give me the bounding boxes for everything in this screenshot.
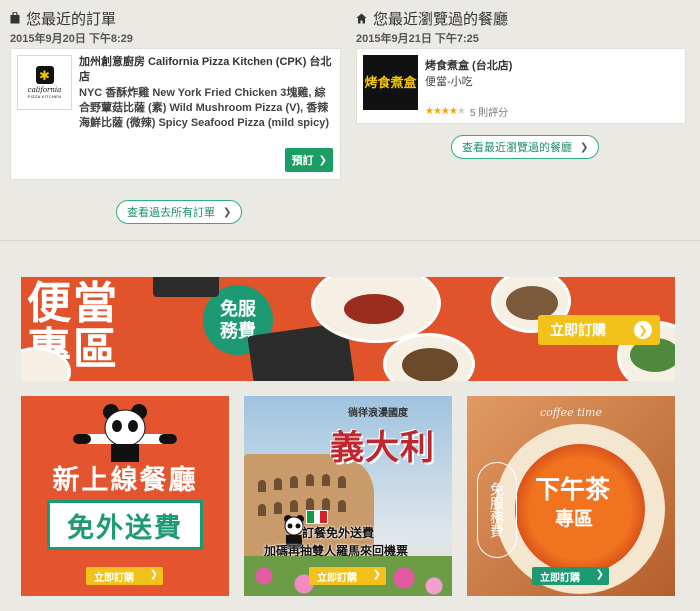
italy-promo-line1: 訂餐免外送費 (302, 526, 375, 540)
restaurant-category: 便當-小吃 (425, 76, 473, 88)
recent-orders-heading: 您最近的訂單 (10, 8, 341, 28)
recent-orders-title: 您最近的訂單 (26, 10, 117, 28)
italy-order-button[interactable]: 立即訂購 ❯ (309, 567, 386, 585)
chevron-right-icon: ❯ (580, 141, 589, 153)
afternoon-tea-order-button[interactable]: 立即訂購 ❯ (532, 567, 609, 585)
new-restaurants-order-button[interactable]: 立即訂購 ❯ (86, 567, 163, 585)
new-restaurants-title: 新上線餐廳 (52, 465, 198, 495)
stamp-text: 免服務費 (489, 482, 505, 538)
cpk-logo: ✱ california PIZZA KITCHEN (17, 55, 72, 110)
bento-banner[interactable]: 便當 專區 免服 務費 立即訂購 ❯ (21, 277, 675, 381)
home-icon (356, 13, 367, 23)
review-count: 5 則評分 (469, 108, 509, 119)
free-delivery-box: 免外送費 (47, 500, 203, 550)
banner-order-label: 立即訂購 (550, 322, 606, 338)
palm-icon: ✱ (35, 66, 54, 84)
shopping-bag-icon (10, 12, 20, 24)
reorder-button[interactable]: 預訂 ❯ (284, 148, 333, 172)
restaurant-name[interactable]: 烤食煮盒 (台北店) (425, 57, 512, 73)
afternoon-tea-subtitle: 專區 (555, 509, 594, 530)
recent-orders-section: 您最近的訂單 2015年9月20日 下午8:29 ✱ california PI… (10, 8, 341, 180)
bento-tray-image (153, 277, 219, 297)
free-service-stamp: 免服務費 (477, 462, 517, 558)
reorder-label: 預訂 (291, 155, 314, 167)
recent-viewed-title: 您最近瀏覽過的餐廳 (373, 10, 509, 28)
section-divider (0, 240, 700, 241)
chevron-right-icon: ❯ (634, 321, 652, 339)
star-rating-icon: ★★★★★ (425, 106, 466, 117)
view-all-orders-label: 查看過去所有訂單 (127, 207, 215, 219)
order-card: ✱ california PIZZA KITCHEN 加州創意廚房 Califo… (10, 48, 341, 180)
tile-order-label: 立即訂購 (317, 572, 357, 584)
italy-title: 義大利 (330, 429, 435, 467)
viewed-date: 2015年9月21日 下午7:25 (356, 33, 479, 45)
restaurant-card[interactable]: 烤食煮盒 烤食煮盒 (台北店) 便當-小吃 ★★★★★ 5 則評分 (356, 48, 686, 124)
badge-line1: 免服 (220, 299, 256, 319)
cpk-logo-wordmark: california (27, 86, 62, 94)
tile-order-label: 立即訂購 (94, 572, 134, 584)
chevron-right-icon: ❯ (149, 569, 158, 580)
afternoon-tea-tile[interactable]: coffee time 免服務費 下午茶 專區 立即訂購 ❯ (467, 396, 675, 596)
view-recent-restaurants-button[interactable]: 查看最近瀏覽過的餐廳 ❯ (451, 135, 600, 159)
recent-viewed-section: 您最近瀏覽過的餐廳 2015年9月21日 下午7:25 烤食煮盒 烤食煮盒 (台… (356, 8, 686, 124)
italy-promo-tile[interactable]: 徜徉浪漫國度 義大利 訂餐免外送費 加碼再抽雙人羅馬來回機票 立即訂購 ❯ (244, 396, 452, 596)
chevron-right-icon: ❯ (595, 569, 604, 580)
chevron-right-icon: ❯ (318, 154, 327, 166)
cpk-logo-sub: PIZZA KITCHEN (27, 94, 62, 99)
order-date: 2015年9月20日 下午8:29 (10, 33, 133, 45)
order-restaurant-name[interactable]: 加州創意廚房 California Pizza Kitchen (CPK) 台北… (79, 55, 332, 85)
new-restaurants-tile[interactable]: 新上線餐廳 免外送費 立即訂購 ❯ (21, 396, 229, 596)
banner-title-line1: 便當 (27, 279, 119, 328)
view-recent-restaurants-label: 查看最近瀏覽過的餐廳 (462, 142, 572, 154)
panda-mascot-icon (73, 404, 177, 462)
tile-order-label: 立即訂購 (540, 572, 580, 584)
italy-tagline: 徜徉浪漫國度 (348, 408, 408, 419)
restaurant-logo: 烤食煮盒 (363, 55, 418, 110)
view-all-orders-button[interactable]: 查看過去所有訂單 ❯ (116, 200, 243, 224)
italy-flag-icon (306, 510, 328, 524)
chevron-right-icon: ❯ (372, 569, 381, 580)
recent-viewed-heading: 您最近瀏覽過的餐廳 (356, 8, 686, 28)
order-items: NYC 香酥炸雞 New York Fried Chicken 3塊雞, 綜合野… (79, 87, 329, 129)
banner-order-button[interactable]: 立即訂購 ❯ (538, 315, 660, 345)
chevron-right-icon: ❯ (223, 206, 232, 218)
coffee-time-tag: coffee time (540, 406, 602, 419)
restaurant-rating: ★★★★★ 5 則評分 (425, 104, 508, 119)
afternoon-tea-title: 下午茶 (535, 476, 611, 504)
